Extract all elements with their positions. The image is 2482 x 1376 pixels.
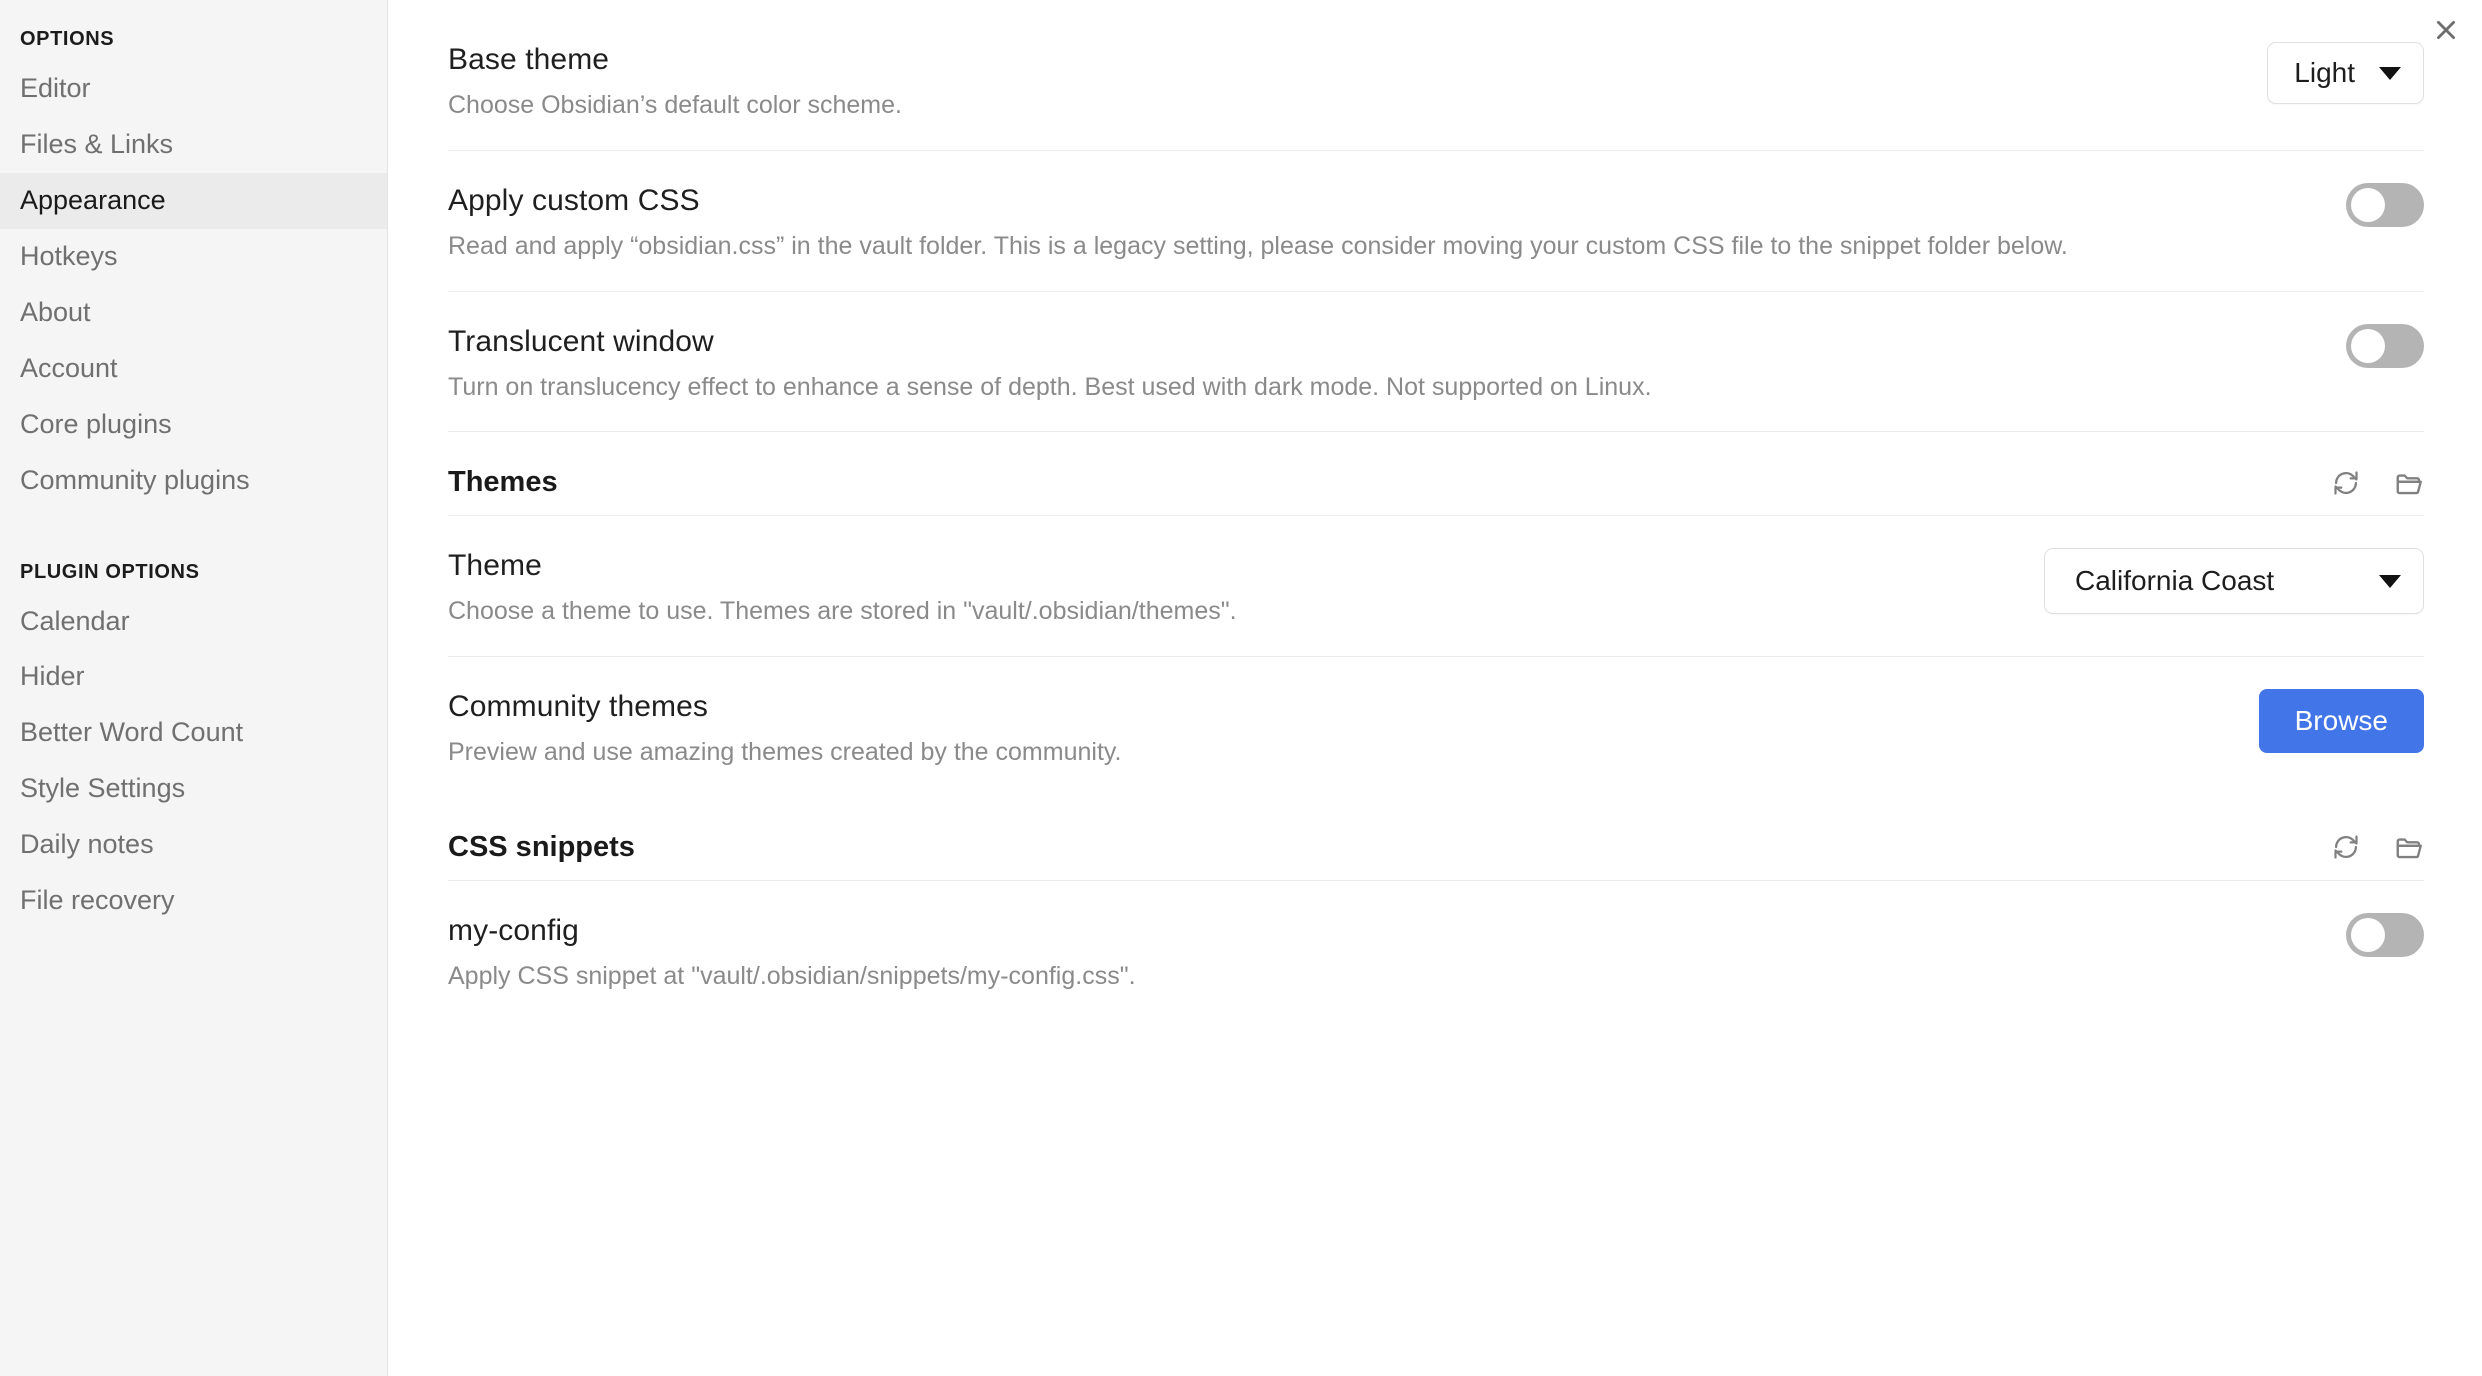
sidebar-item-hotkeys[interactable]: Hotkeys bbox=[0, 229, 387, 285]
sidebar-item-editor[interactable]: Editor bbox=[0, 61, 387, 117]
sidebar-item-core-plugins[interactable]: Core plugins bbox=[0, 397, 387, 453]
sidebar-item-style-settings[interactable]: Style Settings bbox=[0, 761, 387, 817]
setting-control bbox=[2346, 909, 2424, 957]
section-actions bbox=[2332, 832, 2424, 862]
setting-control bbox=[2346, 179, 2424, 227]
sidebar-item-community-plugins[interactable]: Community plugins bbox=[0, 453, 387, 509]
setting-row-translucent-window: Translucent window Turn on translucency … bbox=[448, 292, 2424, 433]
sidebar-item-daily-notes[interactable]: Daily notes bbox=[0, 817, 387, 873]
apply-custom-css-toggle[interactable] bbox=[2346, 182, 2424, 227]
sidebar-item-account[interactable]: Account bbox=[0, 341, 387, 397]
section-header-css-snippets: CSS snippets bbox=[448, 797, 2424, 881]
setting-name-translucent-window: Translucent window bbox=[448, 324, 714, 358]
toggle-knob bbox=[2351, 187, 2385, 222]
close-icon[interactable] bbox=[2424, 8, 2468, 52]
setting-row-theme: Theme Choose a theme to use. Themes are … bbox=[448, 516, 2424, 657]
sidebar-item-file-recovery[interactable]: File recovery bbox=[0, 873, 387, 929]
setting-control bbox=[2346, 320, 2424, 368]
settings-sidebar: OPTIONS Editor Files & Links Appearance … bbox=[0, 0, 388, 1376]
refresh-icon[interactable] bbox=[2332, 833, 2360, 861]
setting-info: Theme Choose a theme to use. Themes are … bbox=[448, 544, 2004, 630]
setting-name-base-theme: Base theme bbox=[448, 43, 610, 76]
setting-info: Translucent window Turn on translucency … bbox=[448, 320, 2306, 406]
base-theme-value: Light bbox=[2294, 57, 2355, 88]
theme-value: California Coast bbox=[2075, 565, 2275, 597]
sidebar-heading-plugin-options: PLUGIN OPTIONS bbox=[20, 560, 200, 583]
section-header-themes: Themes bbox=[448, 432, 2424, 517]
sidebar-item-calendar[interactable]: Calendar bbox=[0, 594, 387, 650]
sidebar-item-appearance[interactable]: Appearance bbox=[0, 172, 387, 229]
setting-desc-translucent-window: Turn on translucency effect to enhance a… bbox=[448, 372, 1652, 401]
setting-row-my-config: my-config Apply CSS snippet at "vault/.o… bbox=[448, 881, 2424, 1021]
translucent-window-toggle[interactable] bbox=[2346, 323, 2424, 368]
setting-info: Community themes Preview and use amazing… bbox=[448, 685, 2219, 771]
setting-row-apply-custom-css: Apply custom CSS Read and apply “obsidia… bbox=[448, 151, 2424, 292]
setting-desc-community-themes: Preview and use amazing themes created b… bbox=[448, 738, 1122, 766]
setting-control: Light bbox=[2267, 38, 2424, 104]
sidebar-item-about[interactable]: About bbox=[0, 285, 387, 341]
browse-button[interactable]: Browse bbox=[2258, 689, 2424, 753]
setting-desc-apply-custom-css: Read and apply “obsidian.css” in the vau… bbox=[448, 231, 2068, 260]
section-actions bbox=[2332, 468, 2424, 498]
section-title-css-snippets: CSS snippets bbox=[448, 830, 635, 863]
folder-icon[interactable] bbox=[2394, 832, 2424, 862]
setting-name-community-themes: Community themes bbox=[448, 690, 709, 723]
sidebar-item-files-and-links[interactable]: Files & Links bbox=[0, 117, 387, 173]
setting-row-community-themes: Community themes Preview and use amazing… bbox=[448, 657, 2424, 797]
sidebar-item-hider[interactable]: Hider bbox=[0, 649, 387, 705]
setting-info: my-config Apply CSS snippet at "vault/.o… bbox=[448, 909, 2306, 995]
folder-icon[interactable] bbox=[2394, 468, 2424, 498]
setting-name-theme: Theme bbox=[448, 549, 542, 583]
setting-name-apply-custom-css: Apply custom CSS bbox=[448, 183, 700, 217]
setting-desc-base-theme: Choose Obsidian’s default color scheme. bbox=[448, 91, 902, 119]
setting-desc-theme: Choose a theme to use. Themes are stored… bbox=[448, 597, 1237, 626]
setting-control: California Coast bbox=[2044, 544, 2424, 615]
setting-name-my-config: my-config bbox=[448, 913, 579, 947]
toggle-knob bbox=[2351, 917, 2385, 952]
theme-dropdown[interactable]: California Coast bbox=[2044, 548, 2424, 615]
toggle-knob bbox=[2351, 328, 2385, 363]
settings-content: Base theme Choose Obsidian’s default col… bbox=[388, 0, 2482, 1376]
refresh-icon[interactable] bbox=[2332, 469, 2360, 497]
setting-info: Apply custom CSS Read and apply “obsidia… bbox=[448, 179, 2306, 265]
chevron-down-icon bbox=[2379, 66, 2401, 80]
sidebar-item-better-word-count[interactable]: Better Word Count bbox=[0, 705, 387, 761]
sidebar-group-spacer bbox=[0, 509, 387, 555]
section-title-themes: Themes bbox=[448, 466, 558, 499]
setting-info: Base theme Choose Obsidian’s default col… bbox=[448, 38, 2227, 124]
my-config-toggle[interactable] bbox=[2346, 912, 2424, 957]
setting-row-base-theme: Base theme Choose Obsidian’s default col… bbox=[448, 0, 2424, 151]
settings-modal: OPTIONS Editor Files & Links Appearance … bbox=[0, 0, 2482, 1376]
sidebar-heading-options: OPTIONS bbox=[20, 28, 115, 50]
base-theme-dropdown[interactable]: Light bbox=[2267, 42, 2424, 104]
chevron-down-icon bbox=[2379, 574, 2401, 588]
setting-desc-my-config: Apply CSS snippet at "vault/.obsidian/sn… bbox=[448, 961, 1136, 990]
setting-control: Browse bbox=[2258, 685, 2424, 753]
